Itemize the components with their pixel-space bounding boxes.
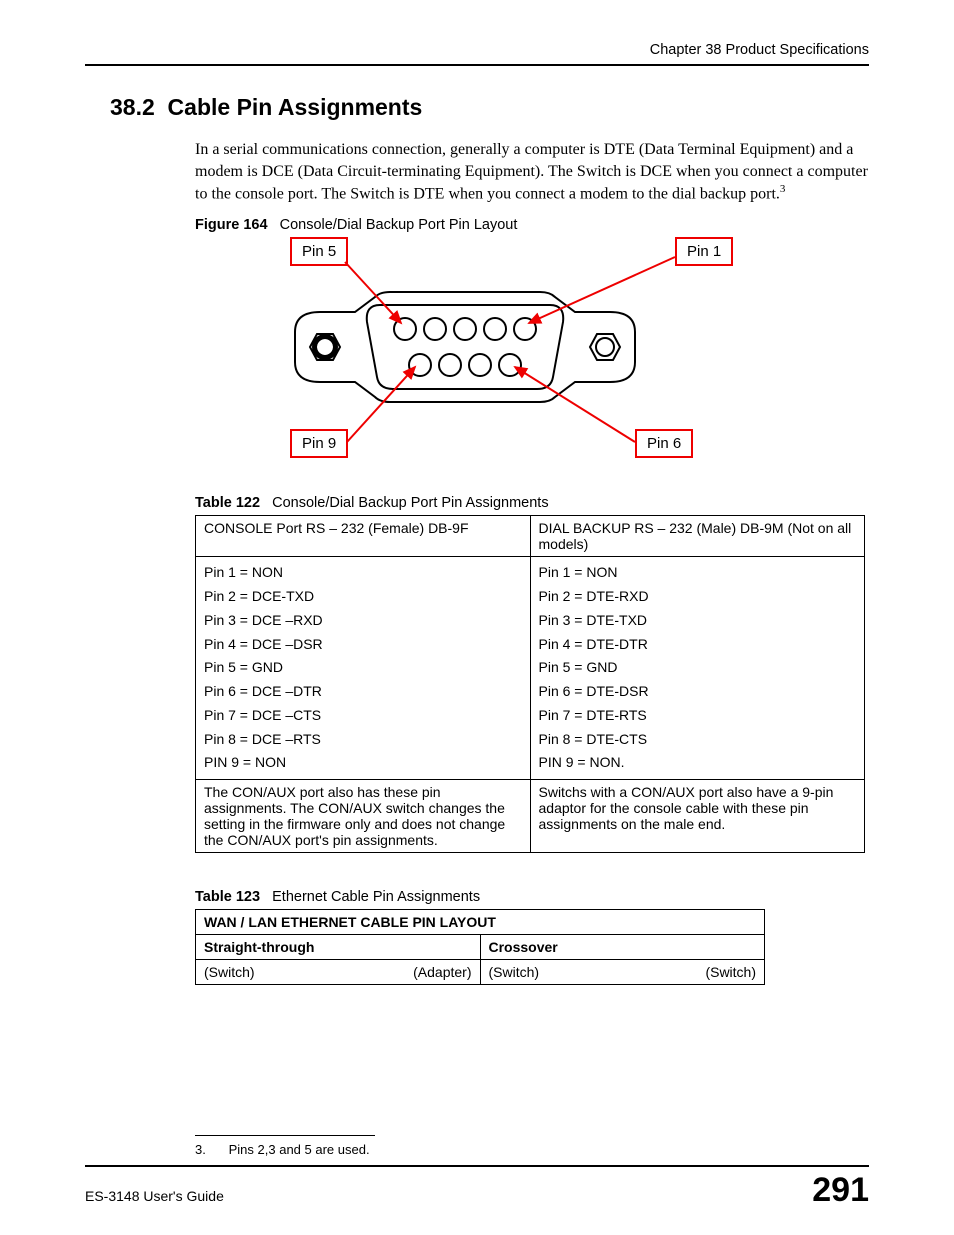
footnote: 3. Pins 2,3 and 5 are used.: [195, 1142, 869, 1157]
table123-label: Table 123: [195, 889, 260, 905]
section-number: 38.2: [110, 94, 155, 120]
t122-r-pin2: Pin 2 = DTE-RXD: [539, 588, 649, 604]
t122-l-pin7: Pin 7 = DCE –CTS: [204, 707, 321, 723]
t122-right-pins: Pin 1 = NON Pin 2 = DTE-RXD Pin 3 = DTE-…: [530, 557, 865, 780]
t123-col-left: Straight-through: [196, 935, 481, 960]
chapter-header: Chapter 38 Product Specifications: [85, 42, 869, 66]
footer-guide: ES-3148 User's Guide: [85, 1188, 224, 1204]
t122-left-pins: Pin 1 = NON Pin 2 = DCE-TXD Pin 3 = DCE …: [196, 557, 531, 780]
t122-r-pin6: Pin 6 = DTE-DSR: [539, 683, 649, 699]
figure-caption-text: Console/Dial Backup Port Pin Layout: [280, 217, 518, 233]
footnote-rule: [195, 1135, 375, 1136]
connector-diagram: Pin 5 Pin 1 Pin 9 Pin 6: [195, 237, 735, 467]
intro-paragraph: In a serial communications connection, g…: [195, 139, 869, 205]
t122-r-pin8: Pin 8 = DTE-CTS: [539, 731, 648, 747]
footnote-ref: 3: [780, 183, 786, 195]
footnote-text: Pins 2,3 and 5 are used.: [229, 1142, 370, 1157]
intro-text: In a serial communications connection, g…: [195, 141, 868, 203]
t122-r-pin1: Pin 1 = NON: [539, 564, 618, 580]
t122-l-pin2: Pin 2 = DCE-TXD: [204, 588, 314, 604]
t122-r-pin3: Pin 3 = DTE-TXD: [539, 612, 648, 628]
pin6-label: Pin 6: [635, 429, 693, 458]
t122-r-pin9: PIN 9 = NON.: [539, 754, 625, 770]
t122-r-pin5: Pin 5 = GND: [539, 659, 618, 675]
table122-caption-text: Console/Dial Backup Port Pin Assignments: [272, 495, 548, 511]
t123-r2: (Switch): [705, 964, 756, 980]
t123-cell-left: (Switch) (Adapter): [196, 960, 481, 985]
t123-r1: (Switch): [489, 964, 540, 980]
t122-l-pin8: Pin 8 = DCE –RTS: [204, 731, 321, 747]
t122-note-left: The CON/AUX port also has these pin assi…: [196, 780, 531, 853]
t122-r-pin4: Pin 4 = DTE-DTR: [539, 636, 648, 652]
pin5-label: Pin 5: [290, 237, 348, 266]
t123-header: WAN / LAN ETHERNET CABLE PIN LAYOUT: [196, 910, 765, 935]
t123-col-right: Crossover: [480, 935, 765, 960]
section-heading: 38.2 Cable Pin Assignments: [110, 94, 869, 121]
table122-label: Table 122: [195, 495, 260, 511]
t122-l-pin1: Pin 1 = NON: [204, 564, 283, 580]
footer-page-number: 291: [812, 1171, 869, 1210]
t122-note-right: Switchs with a CON/AUX port also have a …: [530, 780, 865, 853]
t123-l1: (Switch): [204, 964, 255, 980]
t122-r-pin7: Pin 7 = DTE-RTS: [539, 707, 647, 723]
t122-l-pin5: Pin 5 = GND: [204, 659, 283, 675]
pin9-label: Pin 9: [290, 429, 348, 458]
db9-connector-icon: [265, 287, 665, 407]
table123-caption-text: Ethernet Cable Pin Assignments: [272, 889, 480, 905]
t122-l-pin6: Pin 6 = DCE –DTR: [204, 683, 322, 699]
table122-caption: Table 122 Console/Dial Backup Port Pin A…: [195, 495, 869, 511]
t122-l-pin3: Pin 3 = DCE –RXD: [204, 612, 323, 628]
pin1-label: Pin 1: [675, 237, 733, 266]
pin-assignment-table: CONSOLE Port RS – 232 (Female) DB-9F DIA…: [195, 515, 865, 853]
page-footer: ES-3148 User's Guide 291: [85, 1165, 869, 1210]
section-title: Cable Pin Assignments: [168, 94, 423, 120]
t122-hdr-right: DIAL BACKUP RS – 232 (Male) DB-9M (Not o…: [530, 516, 865, 557]
t123-cell-right: (Switch) (Switch): [480, 960, 765, 985]
ethernet-cable-table: WAN / LAN ETHERNET CABLE PIN LAYOUT Stra…: [195, 909, 765, 985]
footnote-number: 3.: [195, 1142, 225, 1157]
figure-label: Figure 164: [195, 217, 268, 233]
table123-caption: Table 123 Ethernet Cable Pin Assignments: [195, 889, 869, 905]
figure-caption: Figure 164 Console/Dial Backup Port Pin …: [195, 217, 869, 233]
t122-l-pin4: Pin 4 = DCE –DSR: [204, 636, 323, 652]
t122-l-pin9: PIN 9 = NON: [204, 754, 286, 770]
t123-l2: (Adapter): [413, 964, 471, 980]
t122-hdr-left: CONSOLE Port RS – 232 (Female) DB-9F: [196, 516, 531, 557]
